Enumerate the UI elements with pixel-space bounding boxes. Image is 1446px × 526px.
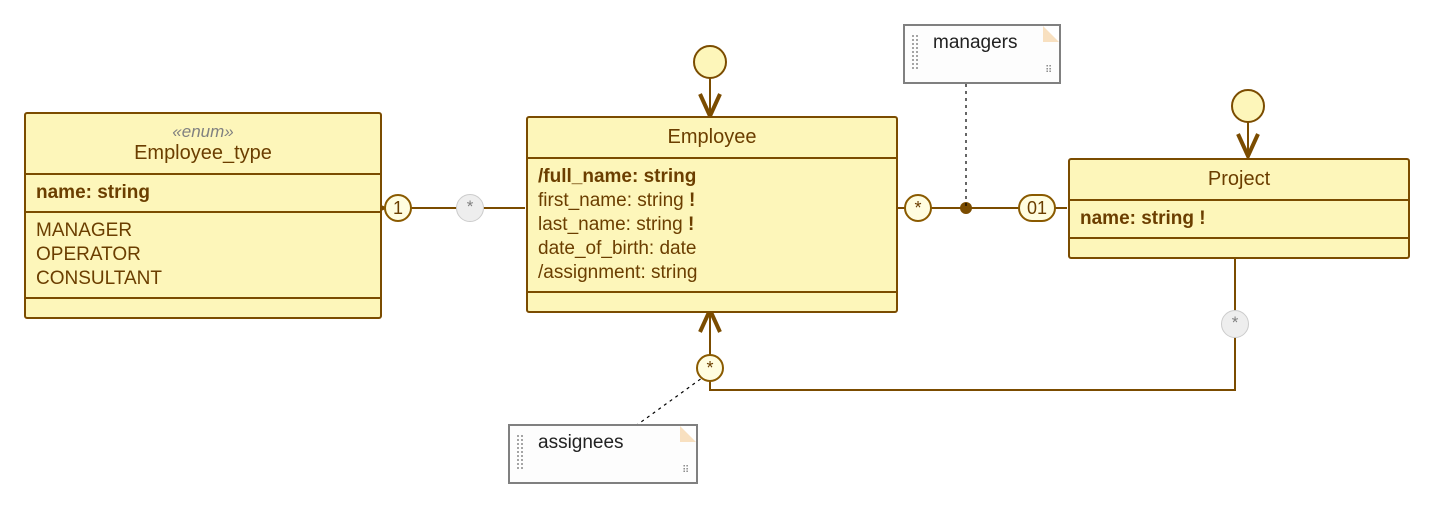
- pk-section: name: string: [26, 175, 380, 213]
- enum-literal: OPERATOR: [36, 243, 370, 267]
- class-header: «enum» Employee_type: [26, 114, 380, 175]
- note-fold-icon: [680, 426, 696, 442]
- enum-literal: CONSULTANT: [36, 267, 370, 291]
- note-assignees[interactable]: assignees ⠿: [508, 424, 698, 484]
- multiplicity: 01: [1018, 194, 1056, 222]
- class-employee-type[interactable]: «enum» Employee_type name: string MANAGE…: [24, 112, 382, 319]
- class-name: Employee_type: [32, 142, 374, 165]
- pk-attr: /full_name: string: [538, 165, 886, 189]
- attr: date_of_birth: date: [538, 237, 886, 261]
- note-fold-icon: [1043, 26, 1059, 42]
- note-text: managers: [933, 32, 1018, 53]
- class-name: Project: [1208, 168, 1270, 190]
- assoc-decorator-icon: *: [1221, 310, 1249, 338]
- attr: first_name: string: [538, 189, 886, 213]
- class-project[interactable]: Project name: string: [1068, 158, 1410, 259]
- resize-grip-icon: ⠿: [1045, 68, 1055, 78]
- assoc-decorator-icon: *: [456, 194, 484, 222]
- note-grip-icon: [516, 434, 524, 470]
- class-header: Project: [1070, 160, 1408, 201]
- class-employee[interactable]: Employee /full_name: string first_name: …: [526, 116, 898, 313]
- body-section: name: string: [1070, 201, 1408, 239]
- attr: last_name: string: [538, 213, 886, 237]
- stereotype-label: «enum»: [32, 122, 374, 142]
- enum-literal: MANAGER: [36, 219, 370, 243]
- class-header: Employee: [528, 118, 896, 159]
- class-name: Employee: [668, 126, 757, 148]
- pk-attr: name: string: [1080, 208, 1206, 229]
- literals-section: MANAGER OPERATOR CONSULTANT: [26, 213, 380, 299]
- multiplicity: 1: [384, 194, 412, 222]
- resize-grip-icon: ⠿: [682, 468, 692, 478]
- attr: /assignment: string: [538, 261, 886, 285]
- note-text: assignees: [538, 432, 624, 453]
- multiplicity: *: [696, 354, 724, 382]
- body-section: /full_name: string first_name: string la…: [528, 159, 896, 293]
- note-managers[interactable]: managers ⠿: [903, 24, 1061, 84]
- multiplicity: *: [904, 194, 932, 222]
- pk-attr: name: string: [36, 182, 150, 203]
- note-grip-icon: [911, 34, 919, 70]
